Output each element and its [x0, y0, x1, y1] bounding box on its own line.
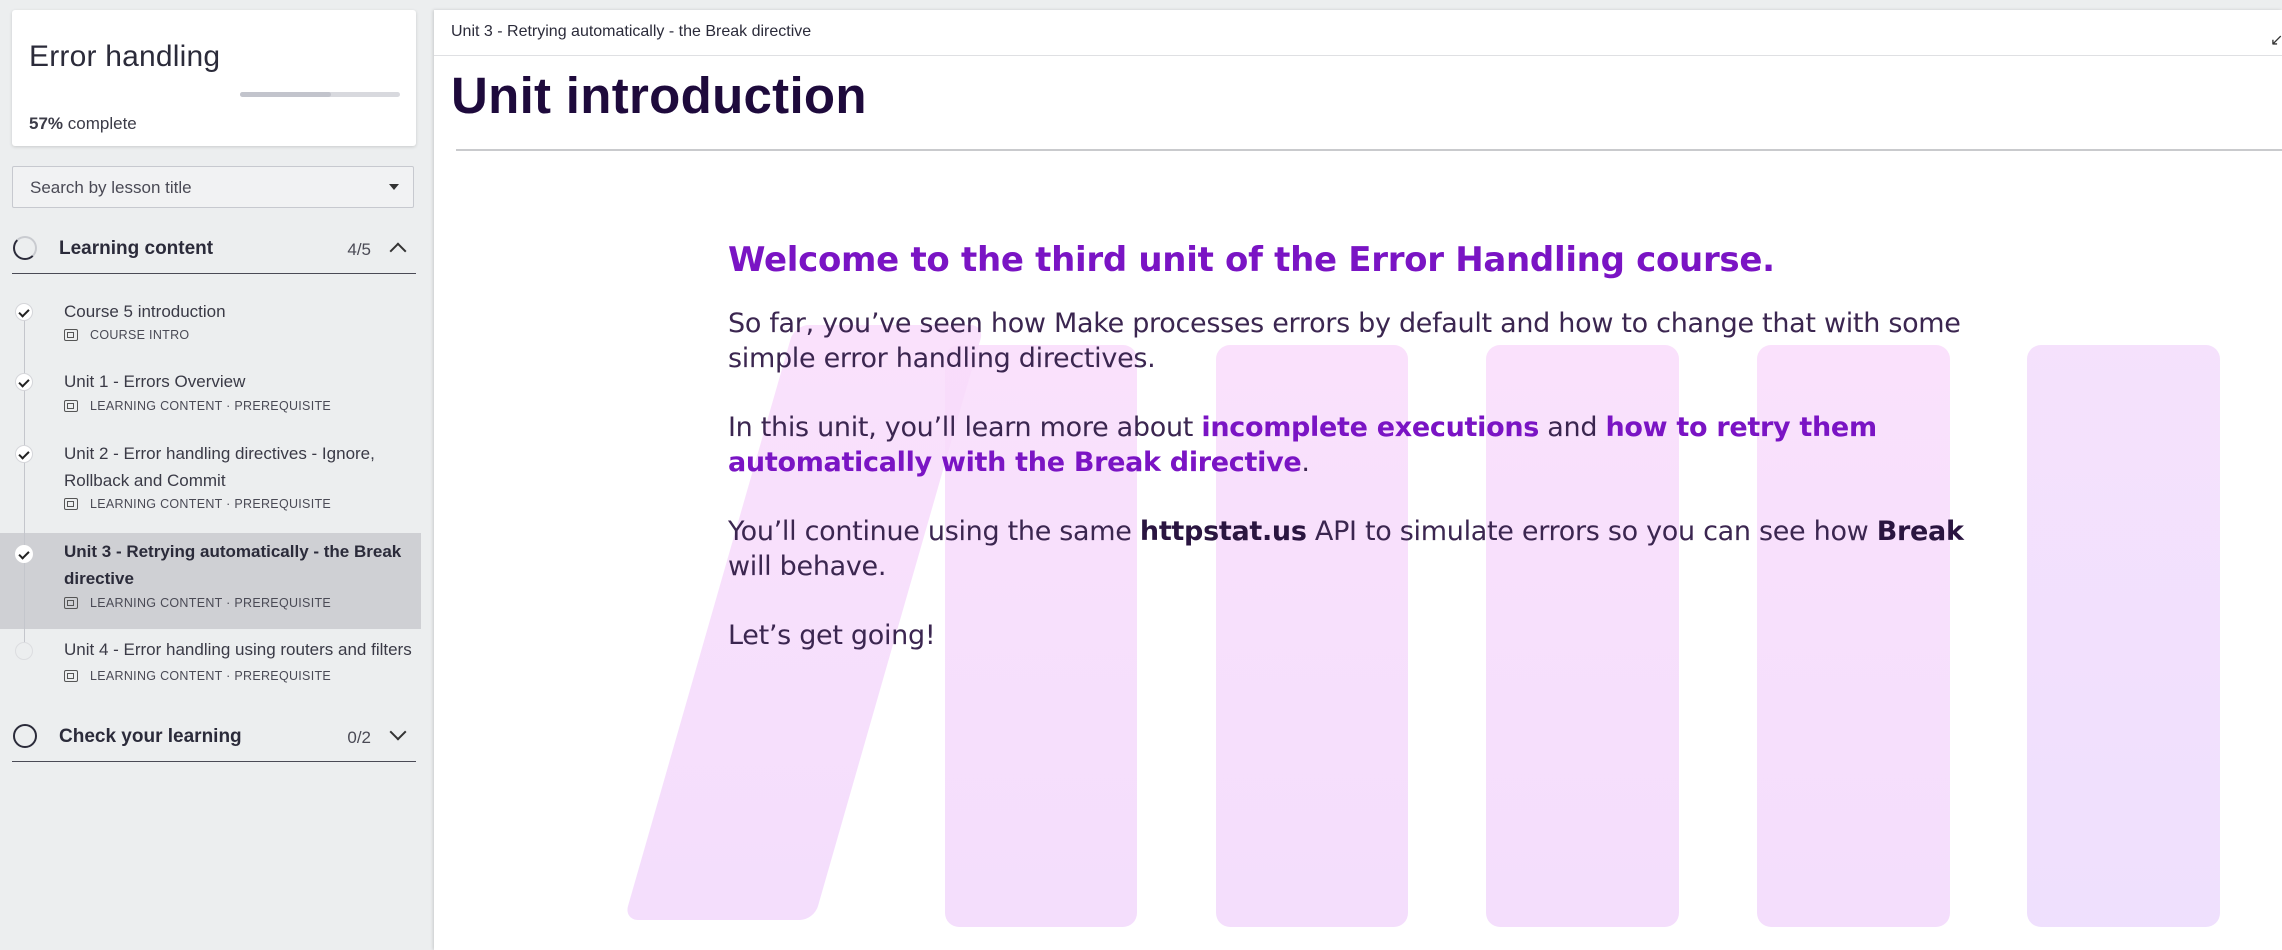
- decorative-shape: [2027, 345, 2220, 927]
- paragraph: So far, you’ve seen how Make processes e…: [728, 308, 1961, 374]
- lesson-status-dot: [15, 545, 33, 563]
- lesson-search-placeholder: Search by lesson title: [30, 178, 192, 197]
- progress-text: 57% complete: [29, 114, 137, 134]
- lesson-status-dot: [15, 373, 33, 391]
- lesson-item-active[interactable]: Unit 3 - Retrying automatically - the Br…: [0, 533, 421, 629]
- divider: [434, 55, 2282, 56]
- dropdown-caret-icon: [389, 184, 399, 190]
- course-sidebar: Error handling 57% complete Search by le…: [0, 0, 433, 950]
- paragraph: In this unit, you’ll learn more about in…: [728, 410, 1988, 480]
- paragraph: Let’s get going!: [728, 620, 936, 651]
- section-progress-ring-icon: [13, 724, 37, 748]
- bold-text: Break: [1876, 516, 1964, 547]
- chevron-down-icon[interactable]: [389, 723, 407, 741]
- check-icon: [18, 448, 30, 460]
- section-count: 4/5: [347, 240, 371, 259]
- lesson-type-icon: [64, 670, 78, 682]
- welcome-heading: Welcome to the third unit of the Error H…: [728, 240, 1775, 280]
- lesson-type-icon: [64, 400, 78, 412]
- course-title: Error handling: [29, 40, 221, 73]
- lesson-meta-text: LEARNING CONTENT · PREREQUISITE: [90, 399, 332, 413]
- lesson-status-dot: [15, 303, 33, 321]
- lesson-item[interactable]: Unit 4 - Error handling using routers an…: [0, 629, 421, 701]
- lesson-meta: LEARNING CONTENT · PREREQUISITE: [64, 669, 331, 683]
- lesson-content-panel: Unit 3 - Retrying automatically - the Br…: [434, 10, 2282, 950]
- lesson-meta-text: LEARNING CONTENT · PREREQUISITE: [90, 497, 332, 511]
- breadcrumb: Unit 3 - Retrying automatically - the Br…: [451, 23, 812, 40]
- lesson-title: Unit 3 - Retrying automatically - the Br…: [64, 542, 402, 588]
- check-icon: [18, 306, 30, 318]
- lesson-search-select[interactable]: Search by lesson title: [12, 166, 414, 208]
- text: .: [1301, 447, 1310, 478]
- lesson-title: Unit 4 - Error handling using routers an…: [64, 640, 412, 659]
- section-progress-ring-icon: [13, 236, 37, 260]
- progress-percent: 57%: [29, 114, 64, 133]
- collapse-icon[interactable]: ↙: [2270, 30, 2282, 49]
- text: You’ll continue using the same: [728, 516, 1140, 547]
- lesson-meta-text: LEARNING CONTENT · PREREQUISITE: [90, 669, 332, 683]
- lesson-meta: LEARNING CONTENT · PREREQUISITE: [64, 596, 331, 610]
- timeline-line: [24, 314, 25, 366]
- page-title: Unit introduction: [451, 67, 867, 124]
- lesson-status-dot: [15, 445, 33, 463]
- section-count: 0/2: [347, 728, 371, 747]
- lesson-type-icon: [64, 597, 78, 609]
- text: In this unit, you’ll learn more about: [728, 412, 1202, 443]
- paragraph: You’ll continue using the same httpstat.…: [728, 514, 1988, 584]
- course-progress-card: Error handling 57% complete: [12, 10, 416, 146]
- lesson-title: Unit 2 - Error handling directives - Ign…: [64, 444, 375, 490]
- lesson-item[interactable]: Unit 2 - Error handling directives - Ign…: [0, 437, 421, 533]
- lesson-meta: LEARNING CONTENT · PREREQUISITE: [64, 497, 331, 511]
- check-icon: [18, 376, 30, 388]
- text: and: [1539, 412, 1606, 443]
- section-label: Learning content: [59, 238, 214, 259]
- lesson-list: Course 5 introduction COURSE INTRO Unit …: [0, 296, 433, 701]
- lesson-title: Unit 1 - Errors Overview: [64, 372, 246, 391]
- lesson-type-icon: [64, 329, 78, 341]
- timeline-line: [24, 629, 25, 643]
- highlight-text: incomplete executions: [1201, 412, 1540, 443]
- bold-text: httpstat.us: [1139, 516, 1307, 547]
- lesson-meta-text: LEARNING CONTENT · PREREQUISITE: [90, 596, 332, 610]
- lesson-meta: LEARNING CONTENT · PREREQUISITE: [64, 399, 331, 413]
- section-learning-content[interactable]: Learning content 4/5: [12, 224, 416, 274]
- lesson-item[interactable]: Unit 1 - Errors Overview LEARNING CONTEN…: [0, 366, 421, 437]
- progress-suffix: complete: [67, 114, 137, 133]
- lesson-status-dot: [15, 642, 33, 660]
- lesson-item[interactable]: Course 5 introduction COURSE INTRO: [0, 296, 421, 366]
- section-label: Check your learning: [59, 726, 242, 747]
- text: API to simulate errors so you can see ho…: [1306, 516, 1877, 547]
- divider: [456, 149, 2282, 151]
- progress-bar-fill: [240, 92, 332, 97]
- lesson-title: Course 5 introduction: [64, 302, 226, 321]
- lesson-body: Welcome to the third unit of the Error H…: [728, 240, 2008, 687]
- check-icon: [18, 548, 30, 560]
- lesson-type-icon: [64, 498, 78, 510]
- lesson-meta: COURSE INTRO: [64, 328, 189, 342]
- chevron-up-icon[interactable]: [389, 242, 407, 260]
- lesson-meta-text: COURSE INTRO: [90, 328, 190, 342]
- text: will behave.: [728, 551, 887, 582]
- section-check-your-learning[interactable]: Check your learning 0/2: [12, 712, 416, 762]
- progress-bar: [240, 92, 400, 97]
